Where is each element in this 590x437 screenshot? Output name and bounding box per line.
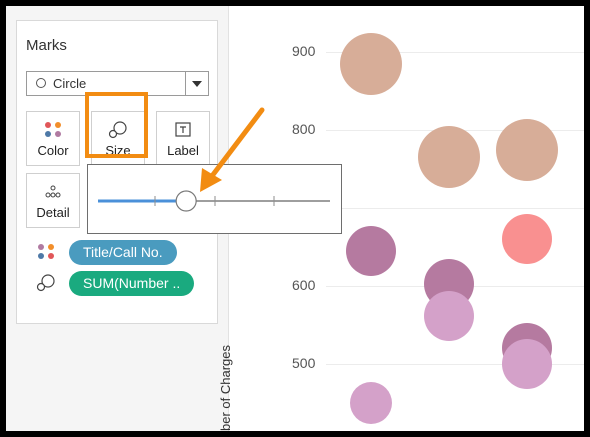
orange-arrow — [200, 107, 265, 192]
arrow-shaft — [209, 107, 265, 179]
window: Marks Circle Color Size Label Detail Tit… — [6, 6, 584, 431]
arrow-head — [200, 168, 222, 192]
